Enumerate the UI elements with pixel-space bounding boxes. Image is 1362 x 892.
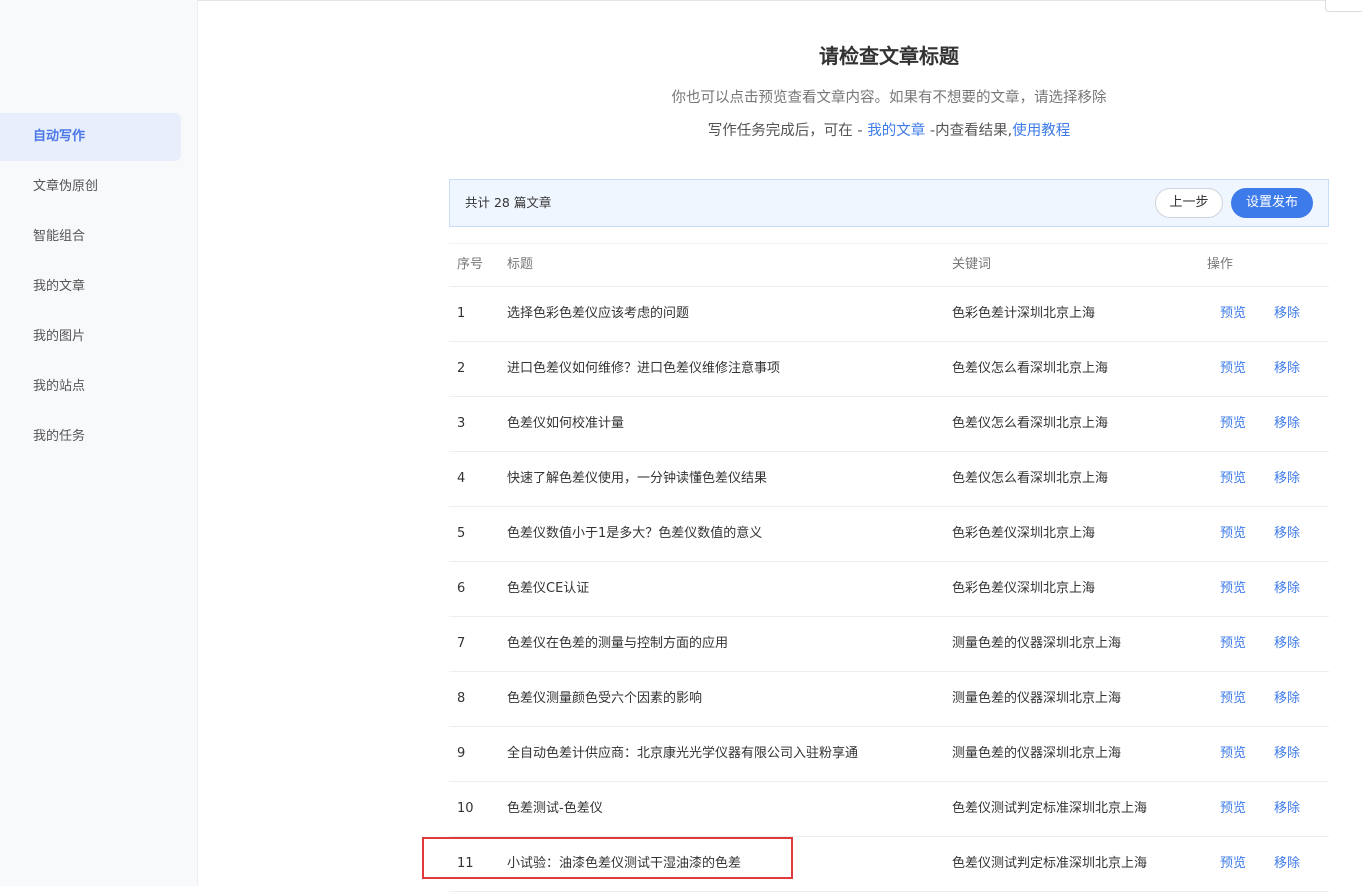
- tutorial-link[interactable]: 使用教程: [1012, 123, 1070, 139]
- publish-settings-button[interactable]: 设置发布: [1231, 188, 1313, 218]
- preview-link[interactable]: 预览: [1220, 287, 1246, 341]
- remove-link[interactable]: 移除: [1274, 727, 1300, 781]
- remove-link[interactable]: 移除: [1274, 672, 1300, 726]
- sidebar-item-smart-combine[interactable]: 智能组合: [0, 213, 181, 261]
- remove-link[interactable]: 移除: [1274, 397, 1300, 451]
- preview-link[interactable]: 预览: [1220, 342, 1246, 396]
- article-title: 色差仪如何校准计量: [507, 416, 625, 431]
- hint-prefix: 写作任务完成后，可在 -: [707, 123, 868, 139]
- table-row: 8 色差仪测量颜色受六个因素的影响 测量色差的仪器深圳北京上海 预览 移除: [449, 672, 1329, 727]
- table-header: 序号 标题 关键词 操作: [449, 243, 1329, 287]
- preview-link[interactable]: 预览: [1220, 562, 1246, 616]
- preview-link[interactable]: 预览: [1220, 397, 1246, 451]
- preview-link[interactable]: 预览: [1220, 782, 1246, 836]
- remove-link[interactable]: 移除: [1274, 617, 1300, 671]
- column-header-keyword: 关键词: [952, 257, 992, 272]
- article-title: 色差仪在色差的测量与控制方面的应用: [507, 636, 729, 651]
- article-title: 色差仪测量颜色受六个因素的影响: [507, 691, 703, 706]
- row-number: 2: [457, 361, 466, 376]
- corner-widget: [1325, 0, 1362, 12]
- highlight-box: [422, 837, 793, 879]
- preview-link[interactable]: 预览: [1220, 507, 1246, 561]
- table-row: 6 色差仪CE认证 色彩色差仪深圳北京上海 预览 移除: [449, 562, 1329, 617]
- row-number: 8: [457, 691, 466, 706]
- article-keyword: 色彩色差仪深圳北京上海: [952, 526, 1096, 541]
- preview-link[interactable]: 预览: [1220, 452, 1246, 506]
- row-number: 7: [457, 636, 466, 651]
- article-count: 共计 28 篇文章: [465, 195, 552, 210]
- article-keyword: 色差仪测试判定标准深圳北京上海: [952, 856, 1148, 871]
- prev-step-button[interactable]: 上一步: [1155, 188, 1223, 218]
- article-title: 快速了解色差仪使用，一分钟读懂色差仪结果: [507, 471, 768, 486]
- top-divider: [0, 0, 1330, 1]
- sidebar-item-pseudo-original[interactable]: 文章伪原创: [0, 163, 181, 211]
- hint-line: 写作任务完成后，可在 - 我的文章 -内查看结果,使用教程: [449, 119, 1329, 140]
- table-row: 3 色差仪如何校准计量 色差仪怎么看深圳北京上海 预览 移除: [449, 397, 1329, 452]
- article-title: 色差仪数值小于1是多大？色差仪数值的意义: [507, 526, 763, 541]
- sidebar-item-my-sites[interactable]: 我的站点: [0, 363, 181, 411]
- remove-link[interactable]: 移除: [1274, 562, 1300, 616]
- table-row: 2 进口色差仪如何维修？进口色差仪维修注意事项 色差仪怎么看深圳北京上海 预览 移除: [449, 342, 1329, 397]
- sidebar-item-my-articles[interactable]: 我的文章: [0, 263, 181, 311]
- article-keyword: 色彩色差仪深圳北京上海: [952, 581, 1096, 596]
- sidebar-item-auto-write[interactable]: 自动写作: [0, 113, 181, 161]
- article-title: 进口色差仪如何维修？进口色差仪维修注意事项: [507, 361, 781, 376]
- preview-link[interactable]: 预览: [1220, 617, 1246, 671]
- remove-link[interactable]: 移除: [1274, 287, 1300, 341]
- article-keyword: 色差仪怎么看深圳北京上海: [952, 416, 1109, 431]
- summary-bar: 共计 28 篇文章 上一步 设置发布: [449, 179, 1329, 227]
- remove-link[interactable]: 移除: [1274, 342, 1300, 396]
- article-keyword: 色彩色差计深圳北京上海: [952, 306, 1096, 321]
- my-articles-link[interactable]: 我的文章: [867, 123, 925, 139]
- page-title: 请检查文章标题: [819, 44, 959, 68]
- row-number: 4: [457, 471, 466, 486]
- row-number: 6: [457, 581, 466, 596]
- article-keyword: 色差仪测试判定标准深圳北京上海: [952, 801, 1148, 816]
- remove-link[interactable]: 移除: [1274, 782, 1300, 836]
- article-title: 色差仪CE认证: [507, 581, 590, 596]
- column-header-no: 序号: [457, 257, 484, 272]
- row-number: 3: [457, 416, 466, 431]
- table-row: 9 全自动色差计供应商：北京康光光学仪器有限公司入驻粉享通 测量色差的仪器深圳北京上…: [449, 727, 1329, 782]
- article-title: 选择色彩色差仪应该考虑的问题: [507, 306, 690, 321]
- article-title: 色差测试-色差仪: [507, 801, 603, 816]
- table-row: 10 色差测试-色差仪 色差仪测试判定标准深圳北京上海 预览 移除: [449, 782, 1329, 837]
- preview-link[interactable]: 预览: [1220, 727, 1246, 781]
- article-keyword: 测量色差的仪器深圳北京上海: [952, 636, 1122, 651]
- row-number: 9: [457, 746, 466, 761]
- sidebar-item-my-images[interactable]: 我的图片: [0, 313, 181, 361]
- sidebar-item-my-tasks[interactable]: 我的任务: [0, 413, 181, 461]
- remove-link[interactable]: 移除: [1274, 837, 1300, 891]
- sidebar: 自动写作 文章伪原创 智能组合 我的文章 我的图片 我的站点 我的任务: [0, 0, 198, 886]
- page-subtitle: 你也可以点击预览查看文章内容。如果有不想要的文章，请选择移除: [671, 90, 1107, 106]
- table-row: 4 快速了解色差仪使用，一分钟读懂色差仪结果 色差仪怎么看深圳北京上海 预览 移除: [449, 452, 1329, 507]
- row-number: 10: [457, 801, 474, 816]
- remove-link[interactable]: 移除: [1274, 507, 1300, 561]
- article-keyword: 测量色差的仪器深圳北京上海: [952, 746, 1122, 761]
- article-title: 全自动色差计供应商：北京康光光学仪器有限公司入驻粉享通: [507, 746, 859, 761]
- article-keyword: 测量色差的仪器深圳北京上海: [952, 691, 1122, 706]
- column-header-action: 操作: [1207, 257, 1234, 272]
- preview-link[interactable]: 预览: [1220, 837, 1246, 891]
- hint-middle: -内查看结果,: [925, 123, 1013, 139]
- row-number: 1: [457, 306, 466, 321]
- remove-link[interactable]: 移除: [1274, 452, 1300, 506]
- row-number: 5: [457, 526, 466, 541]
- column-header-title: 标题: [507, 257, 534, 272]
- preview-link[interactable]: 预览: [1220, 672, 1246, 726]
- table-row: 7 色差仪在色差的测量与控制方面的应用 测量色差的仪器深圳北京上海 预览 移除: [449, 617, 1329, 672]
- article-keyword: 色差仪怎么看深圳北京上海: [952, 471, 1109, 486]
- table-row: 5 色差仪数值小于1是多大？色差仪数值的意义 色彩色差仪深圳北京上海 预览 移除: [449, 507, 1329, 562]
- articles-table: 序号 标题 关键词 操作 1 选择色彩色差仪应该考虑的问题 色彩色差计深圳北京上海预…: [449, 243, 1329, 892]
- article-keyword: 色差仪怎么看深圳北京上海: [952, 361, 1109, 376]
- table-row: 1 选择色彩色差仪应该考虑的问题 色彩色差计深圳北京上海 预览 移除: [449, 287, 1329, 342]
